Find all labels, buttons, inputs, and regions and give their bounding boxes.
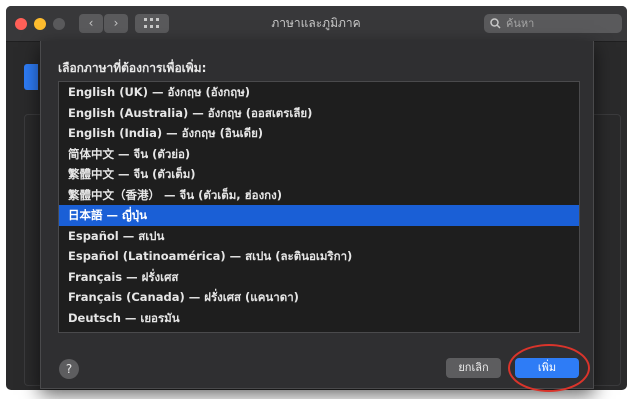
language-list-item[interactable]: Español (Latinoamérica) — สเปน (ละตินอเม… — [59, 246, 579, 267]
grid-icon — [144, 18, 159, 28]
language-list-item[interactable]: Deutsch — เยอรมัน — [59, 308, 579, 329]
chevron-left-icon: ‹ — [88, 16, 94, 30]
add-button[interactable]: เพิ่ม — [515, 358, 579, 378]
language-list[interactable]: English (UK) — อังกฤษ (อังกฤษ) English (A… — [58, 81, 580, 333]
show-all-button[interactable] — [135, 14, 169, 33]
help-button[interactable]: ? — [59, 359, 79, 379]
close-window-button[interactable] — [15, 18, 27, 30]
forward-button[interactable]: › — [104, 14, 128, 33]
background-tab-indicator — [24, 64, 38, 90]
search-placeholder: ค้นหา — [506, 17, 535, 30]
language-list-item[interactable]: Español — สเปน — [59, 226, 579, 247]
zoom-window-button[interactable] — [53, 18, 65, 30]
language-list-item[interactable]: 繁體中文 — จีน (ตัวเต็ม) — [59, 164, 579, 185]
search-field[interactable]: ค้นหา — [484, 14, 622, 33]
title-bar: ‹ › ภาษาและภูมิภาค ค้นหา — [6, 6, 627, 42]
minimize-window-button[interactable] — [34, 18, 46, 30]
window-title: ภาษาและภูมิภาค — [271, 16, 361, 30]
sheet-title: เลือกภาษาที่ต้องการเพื่อเพิ่ม: — [58, 61, 207, 75]
back-button[interactable]: ‹ — [79, 14, 103, 33]
language-list-item[interactable]: Français (Canada) — ฝรั่งเศส (แคนาดา) — [59, 287, 579, 308]
language-list-item[interactable]: English (UK) — อังกฤษ (อังกฤษ) — [59, 82, 579, 103]
search-icon — [490, 18, 501, 29]
language-list-item[interactable]: Русский — รัสเซีย — [59, 328, 579, 332]
cancel-button[interactable]: ยกเลิก — [446, 358, 501, 378]
chevron-right-icon: › — [113, 16, 119, 30]
language-list-item[interactable]: Français — ฝรั่งเศส — [59, 267, 579, 288]
language-list-item[interactable]: 简体中文 — จีน (ตัวย่อ) — [59, 144, 579, 165]
language-list-item[interactable]: English (India) — อังกฤษ (อินเดีย) — [59, 123, 579, 144]
language-list-item[interactable]: English (Australia) — อังกฤษ (ออสเตรเลีย… — [59, 103, 579, 124]
add-language-sheet: เลือกภาษาที่ต้องการเพื่อเพิ่ม: English (… — [40, 41, 594, 392]
language-list-item[interactable]: 繁體中文（香港） — จีน (ตัวเต็ม, ฮ่องกง) — [59, 185, 579, 206]
language-list-item[interactable]: 日本語 — ญี่ปุ่น — [59, 205, 579, 226]
